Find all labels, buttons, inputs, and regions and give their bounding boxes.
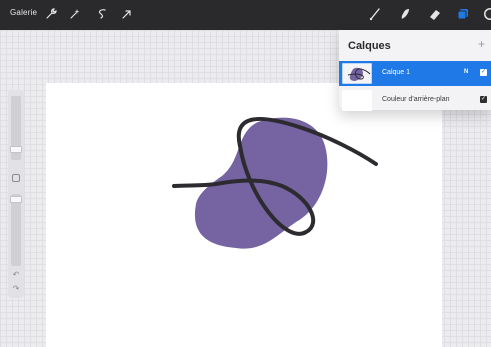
redo-icon[interactable]: ↷	[11, 284, 21, 294]
modify-button[interactable]	[12, 174, 20, 182]
layer-thumbnail	[342, 63, 372, 84]
undo-icon[interactable]: ↶	[11, 270, 21, 280]
opacity-slider[interactable]	[11, 194, 21, 266]
layer-name: Couleur d'arrière-plan	[382, 96, 450, 103]
layer-row-background-color[interactable]: Couleur d'arrière-plan ✓	[339, 88, 491, 113]
blend-mode-button[interactable]: N	[464, 69, 468, 75]
layers-panel-title: Calques	[348, 40, 391, 52]
layer-thumbnail	[342, 90, 372, 111]
layer-row-calque-1[interactable]: Calque 1 N ✓	[339, 61, 491, 86]
brush-size-thumb[interactable]	[10, 146, 22, 153]
layer-visibility-checkbox[interactable]: ✓	[480, 96, 487, 103]
layer-name: Calque 1	[382, 69, 411, 76]
add-layer-button[interactable]: +	[478, 37, 485, 51]
opacity-thumb[interactable]	[10, 196, 22, 203]
brush-sidebar: ↶ ↷	[8, 90, 24, 298]
layer-visibility-checkbox[interactable]: ✓	[480, 69, 487, 76]
layers-panel: Calques + Calque 1 N ✓ Couleur d'arrière…	[339, 30, 491, 113]
